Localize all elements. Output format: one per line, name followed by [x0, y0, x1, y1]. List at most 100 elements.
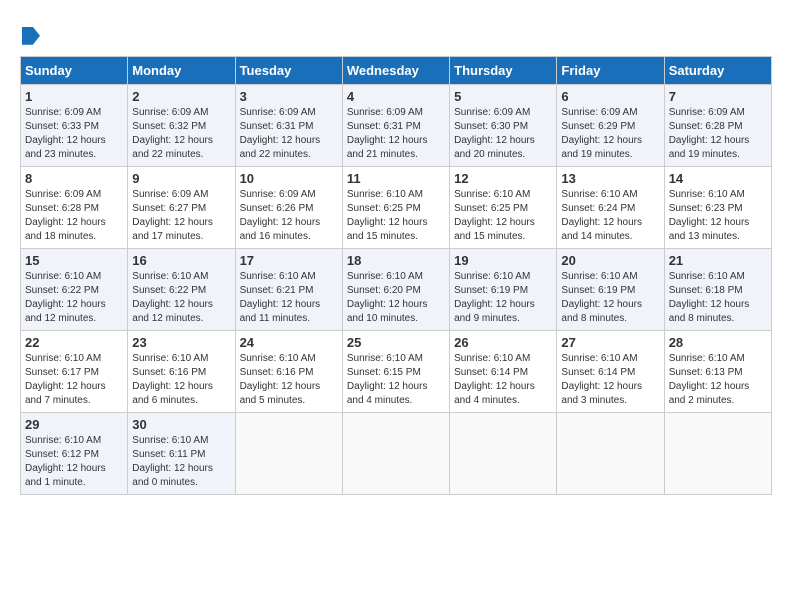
sunrise-label: Sunrise: 6:10 AM	[132, 271, 208, 282]
sunset-label: Sunset: 6:32 PM	[132, 121, 206, 132]
day-info: Sunrise: 6:09 AM Sunset: 6:29 PM Dayligh…	[561, 106, 659, 162]
daylight-label: Daylight: 12 hours and 22 minutes.	[240, 135, 321, 160]
calendar-day-cell: 24 Sunrise: 6:10 AM Sunset: 6:16 PM Dayl…	[235, 331, 342, 413]
day-info: Sunrise: 6:09 AM Sunset: 6:28 PM Dayligh…	[669, 106, 767, 162]
calendar-day-cell: 11 Sunrise: 6:10 AM Sunset: 6:25 PM Dayl…	[342, 167, 449, 249]
day-info: Sunrise: 6:10 AM Sunset: 6:15 PM Dayligh…	[347, 352, 445, 408]
sunset-label: Sunset: 6:22 PM	[132, 285, 206, 296]
daylight-label: Daylight: 12 hours and 9 minutes.	[454, 299, 535, 324]
sunset-label: Sunset: 6:22 PM	[25, 285, 99, 296]
calendar-week-row: 8 Sunrise: 6:09 AM Sunset: 6:28 PM Dayli…	[21, 167, 772, 249]
sunset-label: Sunset: 6:14 PM	[454, 367, 528, 378]
sunrise-label: Sunrise: 6:10 AM	[669, 271, 745, 282]
sunrise-label: Sunrise: 6:10 AM	[347, 353, 423, 364]
calendar-header-row: Sunday Monday Tuesday Wednesday Thursday…	[21, 57, 772, 85]
sunset-label: Sunset: 6:31 PM	[347, 121, 421, 132]
calendar-day-cell: 17 Sunrise: 6:10 AM Sunset: 6:21 PM Dayl…	[235, 249, 342, 331]
daylight-label: Daylight: 12 hours and 6 minutes.	[132, 381, 213, 406]
day-info: Sunrise: 6:10 AM Sunset: 6:22 PM Dayligh…	[132, 270, 230, 326]
sunrise-label: Sunrise: 6:10 AM	[240, 353, 316, 364]
day-number: 7	[669, 89, 767, 104]
sunset-label: Sunset: 6:17 PM	[25, 367, 99, 378]
calendar-day-cell: 27 Sunrise: 6:10 AM Sunset: 6:14 PM Dayl…	[557, 331, 664, 413]
calendar-day-cell	[342, 413, 449, 495]
sunrise-label: Sunrise: 6:09 AM	[454, 107, 530, 118]
sunrise-label: Sunrise: 6:10 AM	[132, 435, 208, 446]
day-number: 25	[347, 335, 445, 350]
sunset-label: Sunset: 6:20 PM	[347, 285, 421, 296]
daylight-label: Daylight: 12 hours and 4 minutes.	[454, 381, 535, 406]
day-info: Sunrise: 6:09 AM Sunset: 6:26 PM Dayligh…	[240, 188, 338, 244]
logo-line1	[20, 20, 40, 46]
calendar-day-cell: 8 Sunrise: 6:09 AM Sunset: 6:28 PM Dayli…	[21, 167, 128, 249]
calendar-day-cell: 10 Sunrise: 6:09 AM Sunset: 6:26 PM Dayl…	[235, 167, 342, 249]
sunrise-label: Sunrise: 6:10 AM	[454, 353, 530, 364]
sunrise-label: Sunrise: 6:10 AM	[561, 189, 637, 200]
daylight-label: Daylight: 12 hours and 16 minutes.	[240, 217, 321, 242]
sunset-label: Sunset: 6:33 PM	[25, 121, 99, 132]
day-number: 21	[669, 253, 767, 268]
sunrise-label: Sunrise: 6:10 AM	[561, 271, 637, 282]
sunrise-label: Sunrise: 6:10 AM	[454, 189, 530, 200]
day-number: 11	[347, 171, 445, 186]
sunrise-label: Sunrise: 6:09 AM	[240, 189, 316, 200]
daylight-label: Daylight: 12 hours and 8 minutes.	[669, 299, 750, 324]
calendar-day-cell: 1 Sunrise: 6:09 AM Sunset: 6:33 PM Dayli…	[21, 85, 128, 167]
day-number: 5	[454, 89, 552, 104]
calendar-day-cell: 22 Sunrise: 6:10 AM Sunset: 6:17 PM Dayl…	[21, 331, 128, 413]
page-header	[20, 20, 772, 46]
sunrise-label: Sunrise: 6:10 AM	[25, 435, 101, 446]
sunset-label: Sunset: 6:24 PM	[561, 203, 635, 214]
sunrise-label: Sunrise: 6:10 AM	[561, 353, 637, 364]
col-friday: Friday	[557, 57, 664, 85]
day-number: 26	[454, 335, 552, 350]
day-number: 20	[561, 253, 659, 268]
daylight-label: Daylight: 12 hours and 1 minute.	[25, 463, 106, 488]
col-thursday: Thursday	[450, 57, 557, 85]
sunrise-label: Sunrise: 6:09 AM	[132, 107, 208, 118]
day-info: Sunrise: 6:09 AM Sunset: 6:33 PM Dayligh…	[25, 106, 123, 162]
daylight-label: Daylight: 12 hours and 14 minutes.	[561, 217, 642, 242]
daylight-label: Daylight: 12 hours and 8 minutes.	[561, 299, 642, 324]
daylight-label: Daylight: 12 hours and 11 minutes.	[240, 299, 321, 324]
calendar-table: Sunday Monday Tuesday Wednesday Thursday…	[20, 56, 772, 495]
day-number: 13	[561, 171, 659, 186]
day-info: Sunrise: 6:10 AM Sunset: 6:21 PM Dayligh…	[240, 270, 338, 326]
calendar-day-cell: 7 Sunrise: 6:09 AM Sunset: 6:28 PM Dayli…	[664, 85, 771, 167]
daylight-label: Daylight: 12 hours and 21 minutes.	[347, 135, 428, 160]
sunrise-label: Sunrise: 6:10 AM	[669, 353, 745, 364]
calendar-day-cell: 4 Sunrise: 6:09 AM Sunset: 6:31 PM Dayli…	[342, 85, 449, 167]
calendar-day-cell: 26 Sunrise: 6:10 AM Sunset: 6:14 PM Dayl…	[450, 331, 557, 413]
daylight-label: Daylight: 12 hours and 12 minutes.	[132, 299, 213, 324]
day-info: Sunrise: 6:10 AM Sunset: 6:25 PM Dayligh…	[347, 188, 445, 244]
sunrise-label: Sunrise: 6:09 AM	[240, 107, 316, 118]
daylight-label: Daylight: 12 hours and 2 minutes.	[669, 381, 750, 406]
sunset-label: Sunset: 6:23 PM	[669, 203, 743, 214]
daylight-label: Daylight: 12 hours and 19 minutes.	[561, 135, 642, 160]
calendar-day-cell: 2 Sunrise: 6:09 AM Sunset: 6:32 PM Dayli…	[128, 85, 235, 167]
sunrise-label: Sunrise: 6:09 AM	[25, 189, 101, 200]
calendar-day-cell: 13 Sunrise: 6:10 AM Sunset: 6:24 PM Dayl…	[557, 167, 664, 249]
logo-arrow-icon	[22, 27, 40, 45]
day-info: Sunrise: 6:10 AM Sunset: 6:18 PM Dayligh…	[669, 270, 767, 326]
sunrise-label: Sunrise: 6:10 AM	[25, 353, 101, 364]
sunset-label: Sunset: 6:12 PM	[25, 449, 99, 460]
calendar-day-cell	[450, 413, 557, 495]
day-info: Sunrise: 6:09 AM Sunset: 6:27 PM Dayligh…	[132, 188, 230, 244]
daylight-label: Daylight: 12 hours and 3 minutes.	[561, 381, 642, 406]
day-number: 23	[132, 335, 230, 350]
sunset-label: Sunset: 6:19 PM	[454, 285, 528, 296]
col-wednesday: Wednesday	[342, 57, 449, 85]
day-number: 3	[240, 89, 338, 104]
sunset-label: Sunset: 6:16 PM	[132, 367, 206, 378]
calendar-day-cell: 12 Sunrise: 6:10 AM Sunset: 6:25 PM Dayl…	[450, 167, 557, 249]
daylight-label: Daylight: 12 hours and 22 minutes.	[132, 135, 213, 160]
daylight-label: Daylight: 12 hours and 15 minutes.	[454, 217, 535, 242]
day-number: 27	[561, 335, 659, 350]
daylight-label: Daylight: 12 hours and 23 minutes.	[25, 135, 106, 160]
daylight-label: Daylight: 12 hours and 20 minutes.	[454, 135, 535, 160]
sunset-label: Sunset: 6:18 PM	[669, 285, 743, 296]
calendar-day-cell: 14 Sunrise: 6:10 AM Sunset: 6:23 PM Dayl…	[664, 167, 771, 249]
day-number: 4	[347, 89, 445, 104]
day-number: 24	[240, 335, 338, 350]
